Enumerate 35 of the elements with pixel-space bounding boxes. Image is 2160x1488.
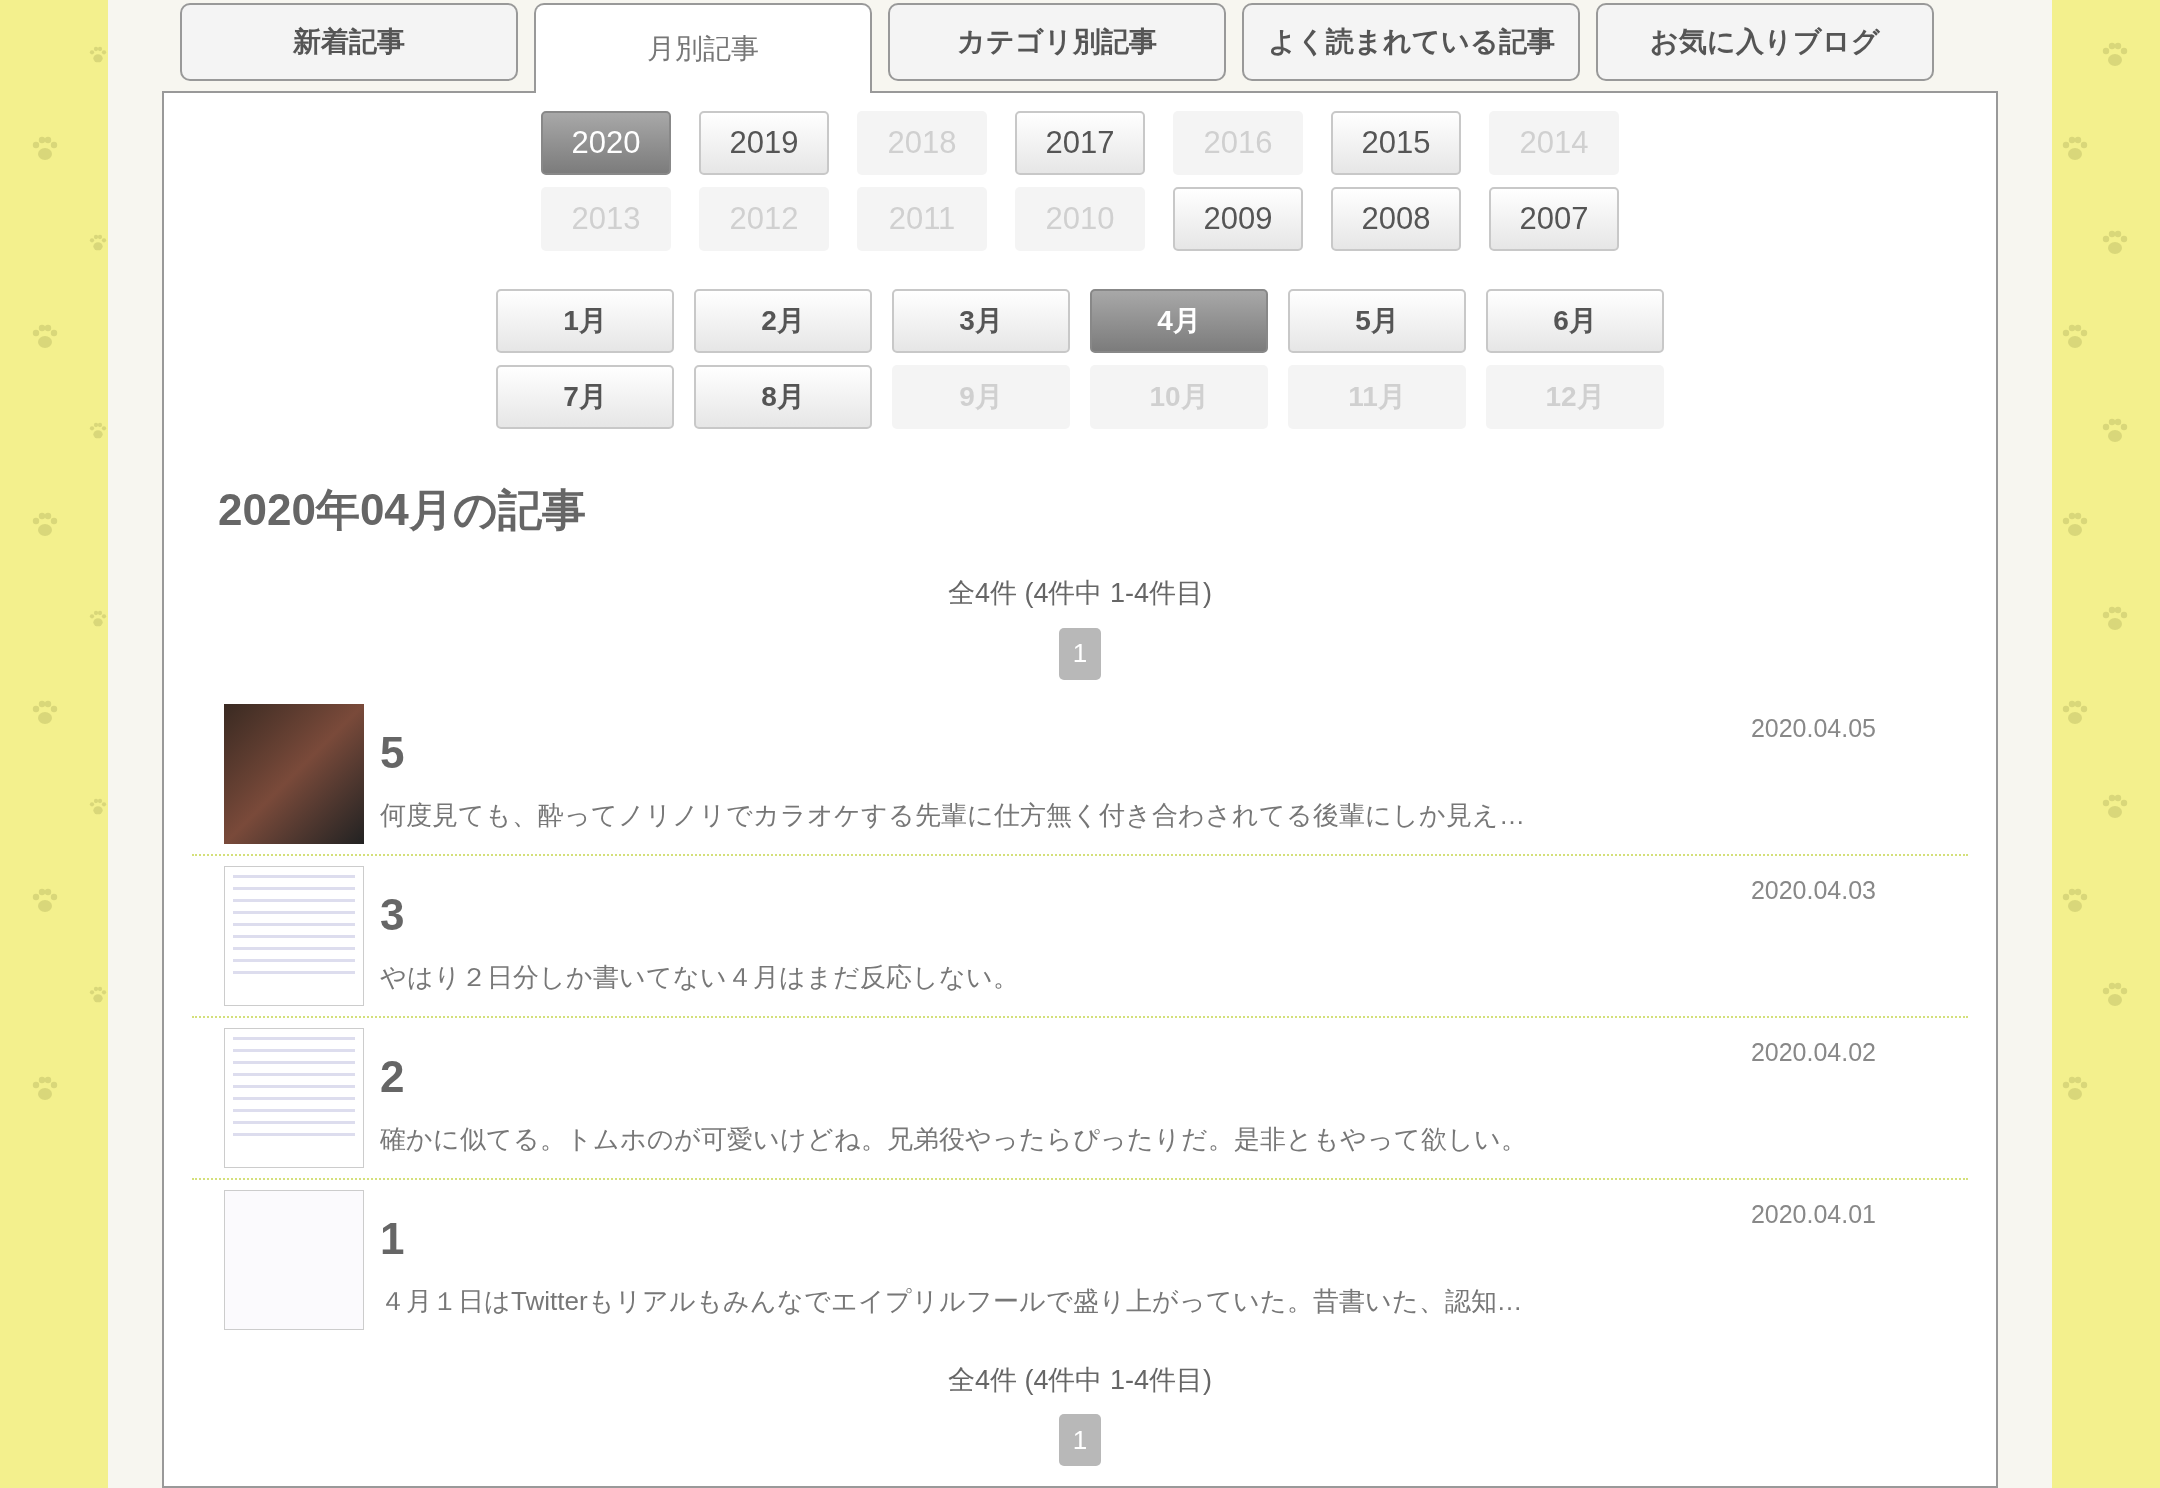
result-count: 全4件 (4件中 1-4件目) [947, 577, 1212, 610]
year-button[interactable]: 2007 [1489, 187, 1619, 251]
tab[interactable]: 月別記事 [534, 3, 872, 93]
year-button[interactable]: 2015 [1331, 111, 1461, 175]
tab[interactable]: 新着記事 [180, 3, 518, 81]
result-count: 全4件 (4件中 1-4件目) [947, 1363, 1212, 1397]
month-button[interactable]: 7月 [496, 365, 674, 429]
article-title[interactable]: 1 [380, 1205, 405, 1272]
year-button[interactable]: 2020 [541, 111, 671, 175]
year-button[interactable]: 2017 [1015, 111, 1145, 175]
month-button[interactable]: 6月 [1486, 289, 1664, 353]
year-button[interactable]: 2019 [699, 111, 829, 175]
year-button[interactable]: 2008 [1331, 187, 1461, 251]
month-button[interactable]: 5月 [1288, 289, 1466, 353]
article-date: 2020.04.01 [1750, 1198, 1876, 1230]
article-date: 2020.04.02 [1750, 1036, 1876, 1068]
month-button[interactable]: 2月 [694, 289, 872, 353]
article-title[interactable]: 2 [380, 1043, 405, 1110]
tab[interactable]: カテゴリ別記事 [888, 3, 1226, 81]
page-heading: 2020年04月の記事 [218, 484, 587, 536]
article-excerpt: 確かに似てる。トムホのが可愛いけどね。兄弟役やったらぴったりだ。是非ともやって欲しい。 [380, 1122, 1528, 1156]
article-excerpt: ４月１日はTwitterもリアルもみんなでエイプリルフールで盛り上がっていた。昔書いた、認知… [380, 1284, 1524, 1318]
year-button[interactable]: 2009 [1173, 187, 1303, 251]
month-button[interactable]: 8月 [694, 365, 872, 429]
article-date: 2020.04.03 [1750, 874, 1876, 906]
month-button[interactable]: 4月 [1090, 289, 1268, 353]
article-excerpt: やはり２日分しか書いてない４月はまだ反応しない。 [380, 960, 1020, 994]
month-button[interactable]: 1月 [496, 289, 674, 353]
article-date: 2020.04.05 [1750, 712, 1876, 744]
article-title[interactable]: 3 [380, 881, 405, 948]
tab[interactable]: よく読まれている記事 [1242, 3, 1580, 81]
article-title[interactable]: 5 [380, 719, 405, 786]
month-button[interactable]: 3月 [892, 289, 1070, 353]
tab[interactable]: お気に入りブログ [1596, 3, 1934, 81]
article-excerpt: 何度見ても、酔ってノリノリでカラオケする先輩に仕方無く付き合わされてる後輩にしか見え… [380, 798, 1526, 832]
